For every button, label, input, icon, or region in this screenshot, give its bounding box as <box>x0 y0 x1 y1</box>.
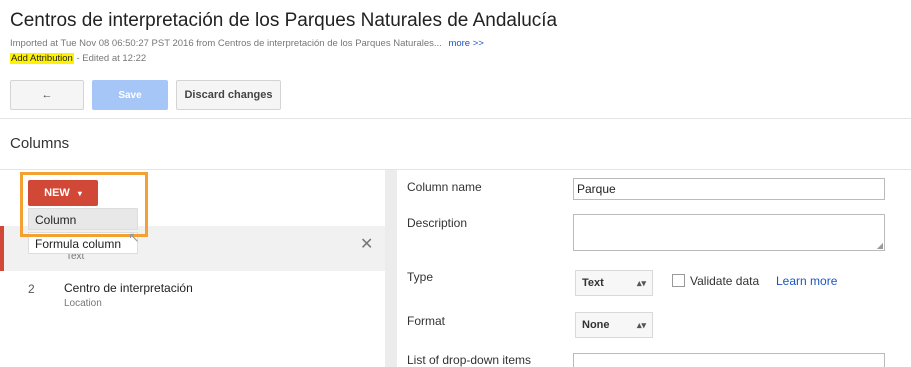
column-number: 2 <box>28 282 35 296</box>
edited-time: - Edited at 12:22 <box>76 53 147 64</box>
close-icon[interactable]: ✕ <box>360 234 373 254</box>
divider <box>0 118 911 119</box>
resize-grip-icon[interactable]: ◢ <box>877 241 883 250</box>
more-link[interactable]: more >> <box>448 38 483 49</box>
import-meta: Imported at Tue Nov 08 06:50:27 PST 2016… <box>10 38 484 49</box>
highlight-box <box>20 172 148 237</box>
back-arrow-icon: ← <box>41 89 53 101</box>
type-label: Type <box>407 270 434 284</box>
dropdown-items-input[interactable] <box>573 353 885 367</box>
attribution-row: Add Attribution - Edited at 12:22 <box>10 53 146 64</box>
back-button[interactable]: ← <box>10 80 84 110</box>
validate-data-checkbox[interactable] <box>672 274 685 287</box>
column-type: Location <box>64 298 102 309</box>
format-select-value: None <box>582 319 610 331</box>
save-button[interactable]: Save <box>92 80 168 110</box>
updown-arrows-icon: ▴▾ <box>636 277 646 288</box>
format-select[interactable]: None ▴▾ <box>575 312 653 338</box>
column-name-input[interactable]: Parque <box>573 178 885 200</box>
pane-divider[interactable] <box>385 170 397 367</box>
column-name-label: Column name <box>407 180 482 194</box>
type-select[interactable]: Text ▴▾ <box>575 270 653 296</box>
import-meta-text: Imported at Tue Nov 08 06:50:27 PST 2016… <box>10 38 442 49</box>
section-title: Columns <box>10 135 70 152</box>
description-input[interactable]: ◢ <box>573 214 885 251</box>
cursor-pointer-icon: ↖ <box>128 229 140 245</box>
add-attribution-link[interactable]: Add Attribution <box>10 53 74 64</box>
column-name: Centro de interpretación <box>64 281 193 295</box>
description-label: Description <box>407 216 468 230</box>
dropdown-items-label: List of drop-down items <box>407 353 532 367</box>
format-label: Format <box>407 314 446 328</box>
selected-indicator <box>0 226 4 271</box>
page-title: Centros de interpretación de los Parques… <box>10 10 558 31</box>
learn-more-link[interactable]: Learn more <box>776 274 837 288</box>
type-select-value: Text <box>582 277 604 289</box>
updown-arrows-icon: ▴▾ <box>636 319 646 330</box>
validate-data-label: Validate data <box>690 274 760 288</box>
discard-changes-button[interactable]: Discard changes <box>176 80 281 110</box>
divider <box>0 169 911 170</box>
